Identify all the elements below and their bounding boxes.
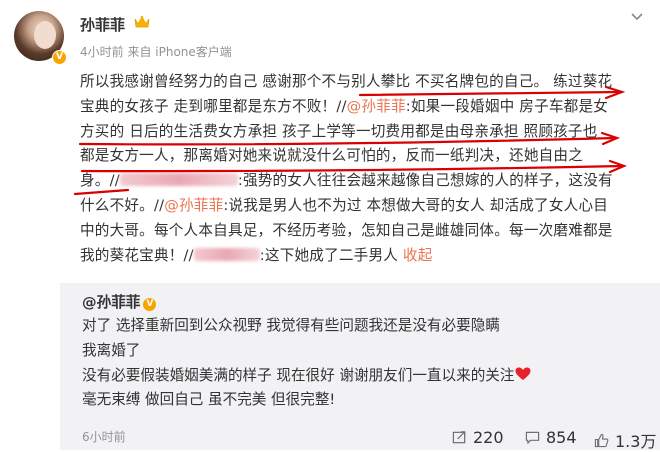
body-line: 宝典的女孩子 走到哪里都是东方不败！//@孙菲菲:如果一段婚姻中 房子车都是女 bbox=[80, 95, 648, 120]
original-post-author[interactable]: @孙菲菲 V bbox=[82, 291, 157, 312]
original-post-box[interactable]: @孙菲菲 V 对了 选择重新回到公众视野 我觉得有些问题我还是没有必要隐瞒 我离婚… bbox=[60, 283, 660, 450]
body-text-segment: 中的大哥。每个人本自具足，不经历考验，怎知自己是雌雄同体。每一次磨难都是 bbox=[80, 221, 613, 239]
body-line: 中的大哥。每个人本自具足，不经历考验，怎知自己是雌雄同体。每一次磨难都是 bbox=[80, 219, 648, 244]
original-post-time: 6小时前 bbox=[82, 430, 126, 444]
body-line: 所以我感谢曾经努力的自己 感谢那个不与别人攀比 不买名牌包的自己。 练过葵花 bbox=[80, 70, 648, 95]
comment-button[interactable]: 854 bbox=[525, 428, 577, 447]
body-text-segment: :这下她成了二手男人 bbox=[259, 246, 399, 264]
mention-link[interactable]: @孙菲菲 bbox=[347, 98, 406, 115]
body-text-segment: 所以我感谢曾经努力的自己 感谢那个不与别人攀比 不买名牌包的自己。 练过葵花 bbox=[80, 73, 613, 90]
verified-badge-icon: V bbox=[52, 50, 67, 65]
original-line: 对了 选择重新回到公众视野 我觉得有些问题我还是没有必要隐瞒 bbox=[82, 317, 500, 334]
like-button[interactable]: 1.3万 bbox=[594, 428, 656, 452]
post-meta: 4小时前 来自 iPhone客户端 bbox=[80, 45, 232, 59]
repost-count: 220 bbox=[473, 428, 504, 447]
body-text-segment: 都是女方一人，那离婚对她来说就没什么可怕的，反而一纸判决，还她自由之 bbox=[80, 147, 583, 165]
heart-icon bbox=[515, 367, 530, 380]
body-text-segment: 什么不好。// bbox=[80, 196, 165, 214]
comment-count: 854 bbox=[546, 428, 577, 447]
mention-link[interactable]: @孙菲菲 bbox=[164, 197, 223, 214]
crown-icon bbox=[134, 15, 150, 28]
body-line: 身。// :强势的女人往往会越来越像自己想嫁的人的样子，这没有 bbox=[80, 169, 648, 194]
body-line: 什么不好。//@孙菲菲:说我是男人也不为过 本想做大哥的女人 却活成了女人心目 bbox=[80, 194, 648, 219]
repost-icon bbox=[452, 431, 466, 444]
original-author-name[interactable]: @孙菲菲 bbox=[82, 294, 140, 311]
like-count: 1.3万 bbox=[615, 432, 657, 451]
body-text-segment: :如果一段婚姻中 房子车都是女 bbox=[405, 97, 609, 115]
body-line: 都是女方一人，那离婚对她来说就没什么可怕的，反而一纸判决，还她自由之 bbox=[80, 144, 648, 169]
post-body: 所以我感谢曾经努力的自己 感谢那个不与别人攀比 不买名牌包的自己。 练过葵花 宝… bbox=[80, 70, 648, 268]
original-line-text: 没有必要假装婚姻美满的样子 现在很好 谢谢朋友们一直以来的关注 bbox=[82, 366, 515, 384]
original-post-text: 对了 选择重新回到公众视野 我觉得有些问题我还是没有必要隐瞒 我离婚了 没有必要… bbox=[82, 314, 642, 413]
original-line: 我离婚了 bbox=[82, 341, 141, 359]
chevron-down-icon[interactable] bbox=[630, 12, 644, 22]
weibo-post: V 孙菲菲 4小时前 来自 iPhone客户端 所以我感谢曾经努力的自己 感谢那… bbox=[0, 0, 660, 452]
verified-badge-icon: V bbox=[143, 298, 157, 311]
comment-icon bbox=[525, 431, 540, 444]
body-text-segment: :强势的女人往往会越来越像自己想嫁的人的样子，这没有 bbox=[237, 172, 613, 190]
blurred-username bbox=[193, 247, 260, 261]
repost-button[interactable]: 220 bbox=[452, 428, 504, 447]
avatar-face bbox=[34, 21, 56, 49]
thumbs-up-icon bbox=[594, 433, 609, 447]
body-text-segment: 我的葵花宝典！// bbox=[80, 246, 194, 264]
original-line: 没有必要假装婚姻美满的样子 现在很好 谢谢朋友们一直以来的关注 bbox=[82, 364, 642, 389]
collapse-link[interactable]: 收起 bbox=[403, 247, 433, 264]
original-line: 毫无束缚 做回自己 虽不完美 但很完整! bbox=[82, 391, 336, 409]
blurred-username bbox=[119, 173, 238, 187]
body-text-segment: 宝典的女孩子 走到哪里都是东方不败！// bbox=[80, 97, 347, 115]
body-text-segment: 身。// bbox=[80, 172, 120, 190]
author-name[interactable]: 孙菲菲 bbox=[80, 14, 125, 35]
body-text-segment: 方买的 日后的生活费女方承担 孩子上学等一切费用都是由母亲承担 照顾孩子也 bbox=[80, 122, 598, 140]
body-text-segment: :说我是男人也不为过 本想做大哥的女人 却活成了女人心目 bbox=[223, 196, 609, 214]
body-line: 方买的 日后的生活费女方承担 孩子上学等一切费用都是由母亲承担 照顾孩子也 bbox=[80, 120, 648, 145]
body-line: 我的葵花宝典！// :这下她成了二手男人 收起 bbox=[80, 244, 648, 269]
